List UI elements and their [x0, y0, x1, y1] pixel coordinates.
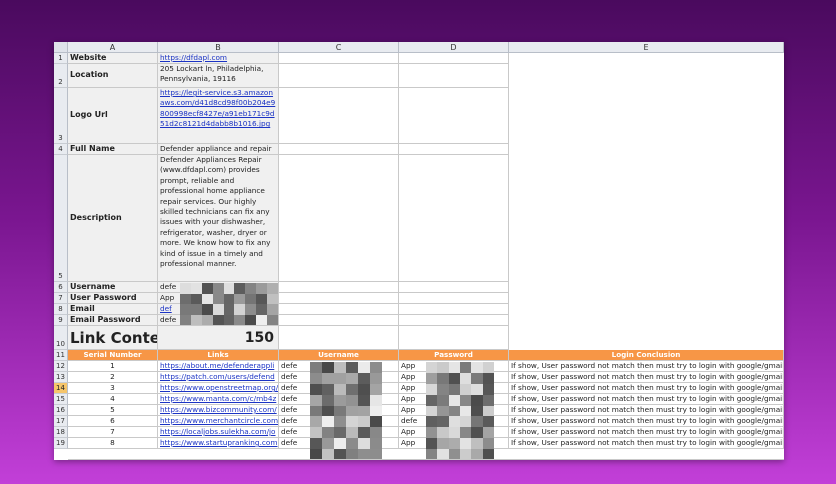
link-cell[interactable]: https://www.startupranking.com [158, 438, 279, 449]
link-cell[interactable]: https://about.me/defenderappli [158, 361, 279, 372]
serial-cell[interactable]: 4 [68, 394, 158, 405]
spreadsheet: A B C D E 1 2 3 4 5 6 7 8 9 10 11 12 13 … [54, 42, 784, 460]
row-header[interactable]: 8 [54, 304, 68, 315]
serial-cell[interactable]: 1 [68, 361, 158, 372]
link-cell[interactable]: https://patch.com/users/defend [158, 372, 279, 383]
column-header-e[interactable]: E [509, 42, 784, 53]
website-value[interactable]: https://dfdapl.com [158, 53, 279, 64]
row-header[interactable]: 19 [54, 438, 68, 449]
row-header[interactable]: 3 [54, 88, 68, 144]
select-all-corner[interactable] [54, 42, 68, 53]
empty-cell[interactable] [399, 304, 509, 315]
column-header-a[interactable]: A [68, 42, 158, 53]
row-header[interactable]: 9 [54, 315, 68, 326]
row-header[interactable]: 5 [54, 155, 68, 282]
description-label[interactable]: Description [68, 155, 158, 282]
conclusion-cell[interactable]: If show, User password not match then mu… [509, 405, 784, 416]
row-header[interactable]: 11 [54, 350, 68, 361]
serial-cell[interactable]: 6 [68, 416, 158, 427]
link-counter-value[interactable]: 150 [158, 326, 279, 350]
link-cell[interactable]: https://localjobs.sulekha.com/jo [158, 427, 279, 438]
email-password-label[interactable]: Email Password [68, 315, 158, 326]
header-password[interactable]: Password [399, 350, 509, 361]
empty-cell[interactable] [399, 64, 509, 88]
row-header[interactable]: 10 [54, 326, 68, 350]
serial-cell[interactable]: 5 [68, 405, 158, 416]
empty-cell[interactable] [279, 53, 399, 64]
row-header[interactable]: 13 [54, 372, 68, 383]
full-name-value[interactable]: Defender appliance and repair [158, 144, 279, 155]
website-label[interactable]: Website [68, 53, 158, 64]
row-header[interactable]: 16 [54, 405, 68, 416]
link-cell[interactable]: https://www.manta.com/c/mb4z [158, 394, 279, 405]
row-header[interactable]: 2 [54, 64, 68, 88]
row-header-selected[interactable]: 14 [54, 383, 68, 394]
header-username[interactable]: Username [279, 350, 399, 361]
logo-url-value[interactable]: https://legit-service.s3.amazonaws.com/d… [158, 88, 279, 144]
empty-cell[interactable] [279, 293, 399, 304]
conclusion-cell[interactable]: If show, User password not match then mu… [509, 394, 784, 405]
serial-cell[interactable]: 8 [68, 438, 158, 449]
link-cell[interactable]: https://www.merchantcircle.com [158, 416, 279, 427]
logo-url-label[interactable]: Logo Url [68, 88, 158, 144]
location-value[interactable]: 205 Lockart ln, Philadelphia, Pennsylvan… [158, 64, 279, 88]
pixelated-redaction [426, 362, 494, 460]
conclusion-cell[interactable]: If show, User password not match then mu… [509, 383, 784, 394]
empty-cell[interactable] [399, 293, 509, 304]
link-counter-label[interactable]: Link Conter [68, 326, 158, 350]
row-header[interactable]: 1 [54, 53, 68, 64]
column-header-b[interactable]: B [158, 42, 279, 53]
empty-cell[interactable] [279, 88, 399, 144]
empty-cell[interactable] [279, 144, 399, 155]
empty-cell[interactable] [399, 53, 509, 64]
empty-cell[interactable] [279, 326, 399, 350]
row-header[interactable]: 6 [54, 282, 68, 293]
header-login-conclusion[interactable]: Login Conclusion [509, 350, 784, 361]
empty-cell[interactable] [399, 315, 509, 326]
serial-cell[interactable]: 7 [68, 427, 158, 438]
empty-cell[interactable] [399, 88, 509, 144]
conclusion-cell[interactable]: If show, User password not match then mu… [509, 361, 784, 372]
header-serial-number[interactable]: Serial Number [68, 350, 158, 361]
column-header-d[interactable]: D [399, 42, 509, 53]
conclusion-cell[interactable]: If show, User password not match then mu… [509, 438, 784, 449]
link-cell[interactable]: https://www.openstreetmap.org/ [158, 383, 279, 394]
row-header[interactable]: 18 [54, 427, 68, 438]
full-name-label[interactable]: Full Name [68, 144, 158, 155]
link-cell[interactable]: https://www.bizcommunity.com/ [158, 405, 279, 416]
serial-cell[interactable]: 3 [68, 383, 158, 394]
row-header[interactable]: 7 [54, 293, 68, 304]
pixelated-redaction [310, 362, 382, 460]
conclusion-cell[interactable]: If show, User password not match then mu… [509, 427, 784, 438]
location-label[interactable]: Location [68, 64, 158, 88]
description-value[interactable]: Defender Appliances Repair (www.dfdapl.c… [158, 155, 279, 282]
row-header[interactable]: 17 [54, 416, 68, 427]
empty-cell[interactable] [399, 326, 509, 350]
empty-cell[interactable] [279, 304, 399, 315]
row-header[interactable]: 4 [54, 144, 68, 155]
pixelated-redaction [180, 283, 278, 325]
row-header[interactable]: 12 [54, 361, 68, 372]
empty-cell[interactable] [399, 155, 509, 282]
empty-cell[interactable] [399, 282, 509, 293]
email-label[interactable]: Email [68, 304, 158, 315]
empty-cell[interactable] [279, 315, 399, 326]
empty-cell[interactable] [279, 64, 399, 88]
user-password-label[interactable]: User Password [68, 293, 158, 304]
column-header-c[interactable]: C [279, 42, 399, 53]
row-header[interactable]: 15 [54, 394, 68, 405]
username-label[interactable]: Username [68, 282, 158, 293]
header-links[interactable]: Links [158, 350, 279, 361]
conclusion-cell[interactable]: If show, User password not match then mu… [509, 416, 784, 427]
empty-cell[interactable] [399, 144, 509, 155]
empty-cell[interactable] [279, 155, 399, 282]
conclusion-cell[interactable]: If show, User password not match then mu… [509, 372, 784, 383]
serial-cell[interactable]: 2 [68, 372, 158, 383]
empty-cell[interactable] [279, 282, 399, 293]
empty-row[interactable] [68, 449, 784, 460]
